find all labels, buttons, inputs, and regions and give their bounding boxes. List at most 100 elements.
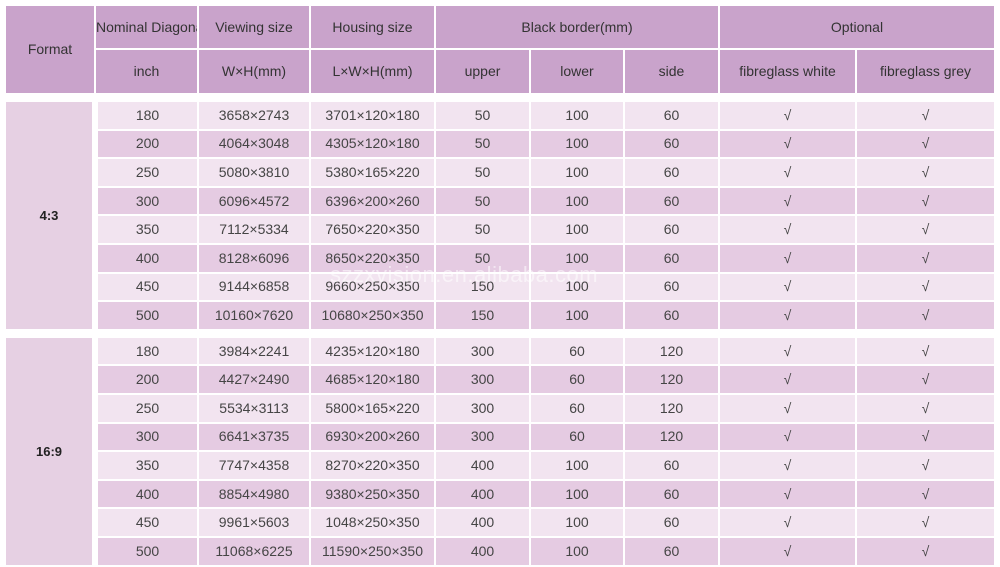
cell-white: √ [719, 422, 857, 453]
cell-white: √ [719, 536, 857, 567]
table-row: 350 7747×4358 8270×220×350 400 100 60 √ √ [6, 451, 994, 481]
cell-upper: 50 [435, 243, 531, 274]
header-black-border: Black border(mm) [435, 6, 720, 50]
cell-housing: 6930×200×260 [310, 422, 436, 453]
cell-side: 60 [624, 186, 720, 217]
cell-inch: 500 [95, 536, 199, 567]
cell-side: 60 [624, 129, 720, 160]
cell-viewing: 4427×2490 [198, 365, 311, 395]
cell-grey: √ [856, 451, 994, 481]
cell-white: √ [719, 393, 857, 424]
header-wxh: W×H(mm) [198, 49, 311, 95]
cell-white: √ [719, 243, 857, 274]
cell-side: 60 [624, 215, 720, 245]
group-separator [6, 329, 994, 338]
cell-upper: 300 [435, 393, 531, 424]
cell-upper: 150 [435, 301, 531, 331]
cell-viewing: 7747×4358 [198, 451, 311, 481]
cell-viewing: 11068×6225 [198, 536, 311, 567]
header-nominal-diagonal: Nominal Diagonal [95, 6, 199, 50]
table-row: 450 9144×6858 9660×250×350 150 100 60 √ √ [6, 272, 994, 303]
cell-housing: 1048×250×350 [310, 508, 436, 538]
cell-white: √ [719, 301, 857, 331]
cell-lower: 100 [530, 186, 625, 217]
header-optional: Optional [719, 6, 994, 50]
header-viewing-size: Viewing size [198, 6, 311, 50]
cell-inch: 300 [95, 422, 199, 453]
cell-upper: 300 [435, 337, 531, 367]
cell-white: √ [719, 102, 857, 131]
cell-inch: 400 [95, 243, 199, 274]
cell-grey: √ [856, 129, 994, 160]
cell-viewing: 3658×2743 [198, 102, 311, 131]
cell-inch: 300 [95, 186, 199, 217]
cell-inch: 200 [95, 365, 199, 395]
cell-grey: √ [856, 243, 994, 274]
cell-side: 60 [624, 158, 720, 188]
cell-inch: 200 [95, 129, 199, 160]
cell-grey: √ [856, 186, 994, 217]
header-fibreglass-white: fibreglass white [719, 49, 857, 95]
cell-white: √ [719, 337, 857, 367]
cell-upper: 300 [435, 365, 531, 395]
cell-lower: 60 [530, 337, 625, 367]
table-row: 500 10160×7620 10680×250×350 150 100 60 √ √ [6, 301, 994, 331]
cell-grey: √ [856, 393, 994, 424]
cell-lower: 100 [530, 536, 625, 567]
cell-housing: 8270×220×350 [310, 451, 436, 481]
cell-housing: 9660×250×350 [310, 272, 436, 303]
table-row: 500 11068×6225 11590×250×350 400 100 60 √ √ [6, 536, 994, 567]
cell-lower: 100 [530, 479, 625, 510]
cell-upper: 50 [435, 158, 531, 188]
cell-white: √ [719, 508, 857, 538]
cell-upper: 50 [435, 215, 531, 245]
header-fibreglass-grey: fibreglass grey [856, 49, 994, 95]
cell-side: 60 [624, 451, 720, 481]
cell-lower: 100 [530, 129, 625, 160]
cell-side: 120 [624, 337, 720, 367]
cell-lower: 100 [530, 451, 625, 481]
cell-housing: 8650×220×350 [310, 243, 436, 274]
cell-lower: 60 [530, 365, 625, 395]
cell-side: 60 [624, 102, 720, 131]
cell-viewing: 7112×5334 [198, 215, 311, 245]
header-separator [6, 94, 994, 102]
cell-upper: 150 [435, 272, 531, 303]
cell-upper: 400 [435, 508, 531, 538]
table-row: 300 6641×3735 6930×200×260 300 60 120 √ √ [6, 422, 994, 453]
header-lxwxh: L×W×H(mm) [310, 49, 436, 95]
cell-lower: 60 [530, 422, 625, 453]
cell-housing: 5800×165×220 [310, 393, 436, 424]
cell-viewing: 4064×3048 [198, 129, 311, 160]
cell-housing: 9380×250×350 [310, 479, 436, 510]
cell-white: √ [719, 451, 857, 481]
cell-inch: 250 [95, 393, 199, 424]
cell-lower: 100 [530, 102, 625, 131]
table-row: 350 7112×5334 7650×220×350 50 100 60 √ √ [6, 215, 994, 245]
cell-grey: √ [856, 479, 994, 510]
cell-viewing: 6641×3735 [198, 422, 311, 453]
cell-white: √ [719, 158, 857, 188]
cell-upper: 400 [435, 451, 531, 481]
cell-side: 120 [624, 365, 720, 395]
cell-grey: √ [856, 536, 994, 567]
cell-inch: 500 [95, 301, 199, 331]
cell-white: √ [719, 365, 857, 395]
cell-viewing: 8128×6096 [198, 243, 311, 274]
separator-cell [6, 94, 994, 102]
cell-upper: 400 [435, 479, 531, 510]
cell-grey: √ [856, 301, 994, 331]
cell-side: 60 [624, 301, 720, 331]
spec-table: Format Nominal Diagonal Viewing size Hou… [6, 6, 994, 567]
cell-inch: 450 [95, 272, 199, 303]
table-row: 4:3 180 3658×2743 3701×120×180 50 100 60 √ √ [6, 102, 994, 331]
cell-grey: √ [856, 508, 994, 538]
table-row: 400 8128×6096 8650×220×350 50 100 60 √ √ [6, 243, 994, 274]
cell-housing: 11590×250×350 [310, 536, 436, 567]
cell-white: √ [719, 186, 857, 217]
cell-housing: 4235×120×180 [310, 337, 436, 367]
cell-inch: 250 [95, 158, 199, 188]
cell-housing: 3701×120×180 [310, 102, 436, 131]
cell-side: 60 [624, 272, 720, 303]
cell-grey: √ [856, 272, 994, 303]
